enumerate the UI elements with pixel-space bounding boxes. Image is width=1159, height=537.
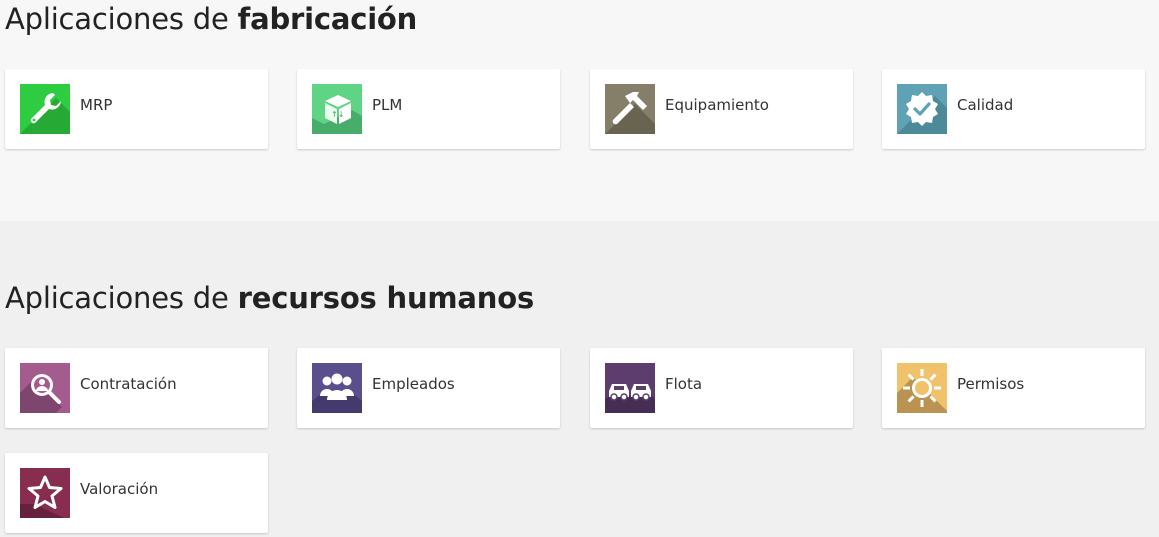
app-label-contratacion: Contratación bbox=[80, 375, 177, 393]
app-card-mrp[interactable]: MRP bbox=[5, 69, 268, 149]
cars-icon bbox=[605, 363, 655, 413]
app-label-empleados: Empleados bbox=[372, 375, 455, 393]
hammer-icon bbox=[605, 84, 655, 134]
app-label-calidad: Calidad bbox=[957, 96, 1014, 114]
app-card-plm[interactable]: ↑↓ PLM bbox=[297, 69, 560, 149]
app-card-valoracion[interactable]: Valoración bbox=[5, 453, 268, 533]
wrench-icon bbox=[20, 84, 70, 134]
sun-icon bbox=[897, 363, 947, 413]
app-card-equipamiento[interactable]: Equipamiento bbox=[590, 69, 853, 149]
app-card-empleados[interactable]: Empleados bbox=[297, 348, 560, 428]
app-card-permisos[interactable]: Permisos bbox=[882, 348, 1145, 428]
app-label-flota: Flota bbox=[665, 375, 703, 393]
app-label-mrp: MRP bbox=[80, 96, 113, 114]
app-card-flota[interactable]: Flota bbox=[590, 348, 853, 428]
quality-badge-icon bbox=[897, 84, 947, 134]
manufacturing-heading: Aplicaciones de fabricación bbox=[5, 2, 418, 36]
star-icon bbox=[20, 468, 70, 518]
app-label-equipamiento: Equipamiento bbox=[665, 96, 769, 114]
app-label-valoracion: Valoración bbox=[80, 480, 159, 498]
manufacturing-section: Aplicaciones de fabricación MRP ↑↓ PLM E… bbox=[0, 0, 1159, 221]
people-icon bbox=[312, 363, 362, 413]
svg-text:↑↓: ↑↓ bbox=[331, 110, 344, 119]
magnifier-person-icon bbox=[20, 363, 70, 413]
app-card-contratacion[interactable]: Contratación bbox=[5, 348, 268, 428]
human-resources-heading: Aplicaciones de recursos humanos bbox=[5, 281, 535, 315]
app-label-plm: PLM bbox=[372, 96, 403, 114]
human-resources-section: Aplicaciones de recursos humanos Contrat… bbox=[0, 221, 1159, 537]
box-icon: ↑↓ bbox=[312, 84, 362, 134]
app-label-permisos: Permisos bbox=[957, 375, 1025, 393]
app-card-calidad[interactable]: Calidad bbox=[882, 69, 1145, 149]
